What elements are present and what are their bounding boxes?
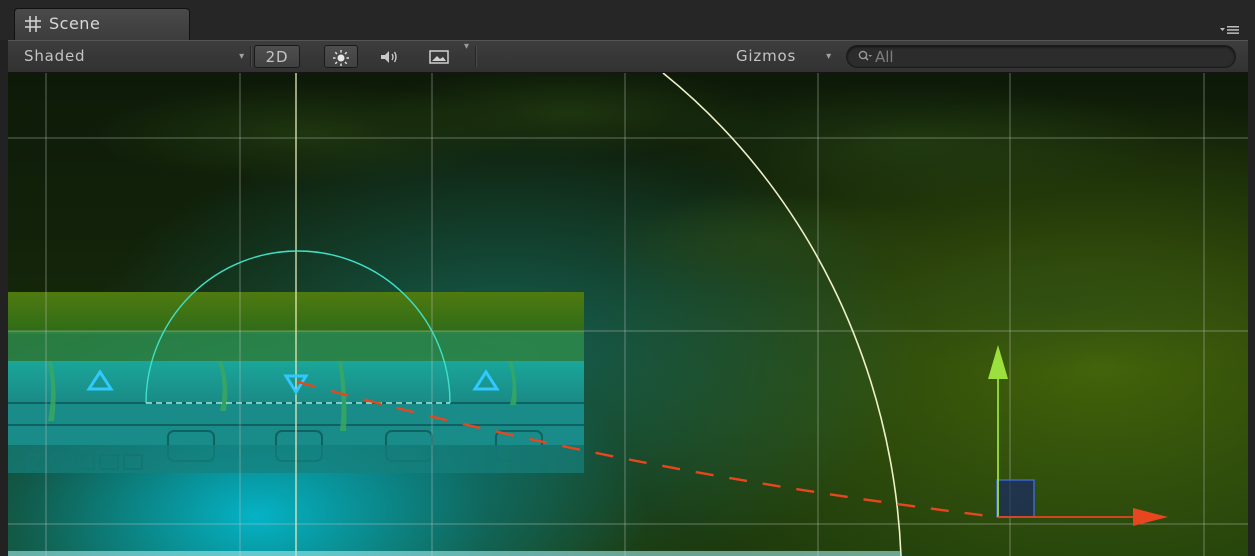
menu-lines-icon [1220,26,1239,34]
chevron-down-icon: ▾ [239,51,245,62]
speaker-icon [381,50,397,63]
mode-2d-toggle[interactable]: 2D [254,45,300,68]
sun-icon [333,49,349,66]
move-tool-plane-handle-icon[interactable] [996,479,1035,518]
grid-hash-icon [25,16,41,32]
toolbar-divider [250,46,251,67]
scene-toolbar: Shaded ▾ 2D ▾ Gizmos ▾ All [8,40,1248,73]
tab-scene[interactable]: Scene [14,8,190,40]
scene-window: Scene Shaded ▾ 2D ▾ Gizmos ▾ All [0,0,1255,556]
effects-menu-chevron-icon[interactable]: ▾ [464,41,469,52]
search-input[interactable] [875,46,1215,67]
draw-mode-label: Shaded [24,47,86,65]
scene-audio-toggle[interactable] [372,45,406,68]
search-icon [858,50,872,61]
scene-lighting-toggle[interactable] [324,45,358,68]
image-icon [429,49,449,64]
tab-title: Scene [49,14,101,33]
tab-strip: Scene [0,0,1255,40]
scene-effects-toggle[interactable] [422,45,456,68]
move-tool-x-arrow-icon[interactable] [1133,508,1168,526]
draw-mode-dropdown[interactable]: Shaded ▾ [24,41,249,72]
gizmos-dropdown[interactable]: Gizmos ▾ [736,41,832,72]
chevron-down-icon: ▾ [826,51,832,62]
viewport-bottom-strip [8,551,901,556]
scene-canvas [8,73,1248,556]
scene-viewport[interactable] [8,73,1248,556]
hierarchy-search[interactable] [846,45,1236,68]
gizmos-label: Gizmos [736,47,797,65]
toolbar-divider [475,46,476,67]
dropdown-menu-icon[interactable] [1219,24,1241,38]
